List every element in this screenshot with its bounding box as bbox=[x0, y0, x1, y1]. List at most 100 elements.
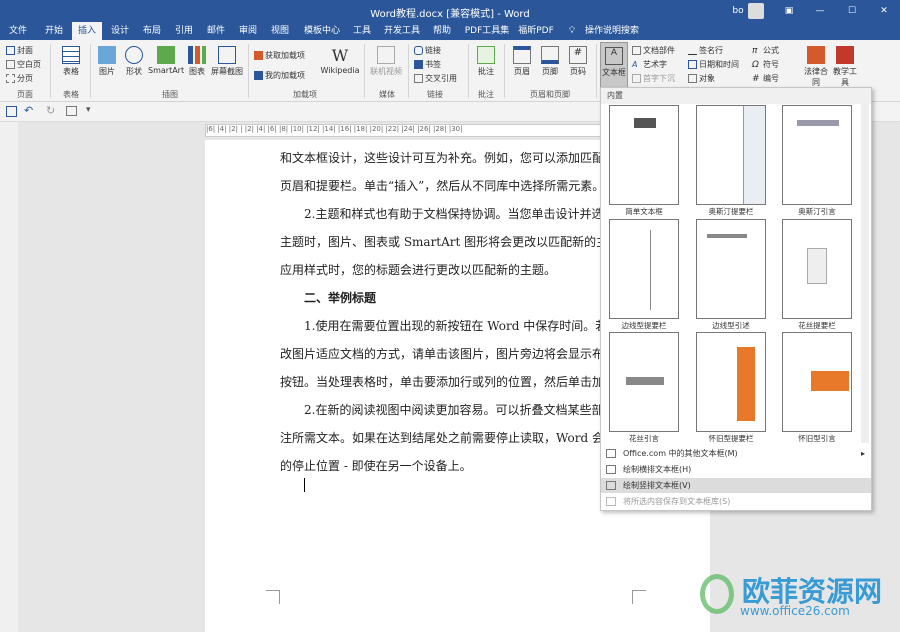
tab-review[interactable]: 审阅 bbox=[234, 22, 262, 40]
textbox-icon: A bbox=[605, 47, 623, 65]
smartart-button[interactable]: SmartArt bbox=[148, 46, 184, 75]
ribbon-tabs: 文件 开始 插入 设计 布局 引用 邮件 审阅 视图 模板中心 工具 开发工具 … bbox=[0, 22, 900, 40]
table-button[interactable]: 表格 bbox=[56, 46, 86, 77]
number-button[interactable]: # 编号 bbox=[752, 73, 779, 84]
tab-foxit-pdf[interactable]: 福昕PDF bbox=[516, 22, 556, 40]
tab-view[interactable]: 视图 bbox=[266, 22, 294, 40]
cross-reference-button[interactable]: 交叉引用 bbox=[414, 73, 457, 84]
shapes-button[interactable]: 形状 bbox=[122, 46, 146, 77]
video-icon bbox=[377, 46, 395, 64]
doc-line: 1.使用在需要位置出现的新按钮在 Word 中保存时间。若要 bbox=[304, 319, 620, 333]
tab-design[interactable]: 设计 bbox=[106, 22, 134, 40]
undo-icon[interactable]: ↶ bbox=[24, 104, 33, 117]
textbox-thumb-retro-quote[interactable] bbox=[782, 332, 852, 432]
date-time-button[interactable]: 日期和时间 bbox=[688, 59, 739, 70]
thumb-block bbox=[797, 120, 839, 126]
textbox-thumb-retro-sidebar[interactable] bbox=[696, 332, 766, 432]
redo-icon[interactable]: ↻ bbox=[46, 104, 55, 117]
tell-me-search[interactable]: 操作说明搜索 bbox=[582, 22, 642, 40]
tab-help[interactable]: 帮助 bbox=[428, 22, 456, 40]
group-divider bbox=[468, 44, 469, 98]
textbox-thumb-simple[interactable] bbox=[609, 105, 679, 205]
tab-developer[interactable]: 开发工具 bbox=[380, 22, 424, 40]
close-icon[interactable]: ✕ bbox=[868, 6, 900, 16]
minimize-icon[interactable]: — bbox=[804, 6, 836, 16]
save-to-gallery-item[interactable]: 将所选内容保存到文本框库(S) bbox=[601, 494, 871, 509]
teaching-icon bbox=[836, 46, 854, 64]
picture-button[interactable]: 图片 bbox=[94, 46, 120, 77]
ribbon-options-icon[interactable]: ▣ bbox=[774, 6, 804, 16]
group-label-media: 媒体 bbox=[379, 90, 395, 99]
tab-home[interactable]: 开始 bbox=[38, 22, 70, 40]
page-number-button[interactable]: # 页码 bbox=[566, 46, 590, 77]
footer-button[interactable]: 页脚 bbox=[538, 46, 562, 77]
wikipedia-button[interactable]: W Wikipedia bbox=[320, 46, 360, 75]
user-name[interactable]: bo bbox=[728, 6, 748, 16]
textbox-thumb-austin-quote[interactable] bbox=[782, 105, 852, 205]
symbol-button[interactable]: Ω 符号 bbox=[752, 59, 779, 70]
tab-insert[interactable]: 插入 bbox=[72, 22, 102, 40]
signature-line-button[interactable]: 签名行 bbox=[688, 45, 723, 56]
omega-icon: Ω bbox=[752, 60, 759, 70]
save-icon[interactable] bbox=[6, 106, 17, 117]
blank-page-button[interactable]: 空白页 bbox=[6, 59, 41, 70]
thumb-label: 怀旧型引言 bbox=[798, 434, 836, 443]
quick-parts-button[interactable]: 文档部件 bbox=[632, 45, 675, 56]
tab-pdf-tools[interactable]: PDF工具集 bbox=[462, 22, 512, 40]
group-label-header-footer: 页眉和页脚 bbox=[530, 90, 570, 99]
wordart-icon: A bbox=[632, 60, 638, 69]
wordart-button[interactable]: A 艺术字 bbox=[632, 59, 667, 70]
textbox-thumb-filigree-sidebar[interactable] bbox=[782, 219, 852, 319]
draw-horizontal-textbox-item[interactable]: 绘制横排文本框(H) bbox=[601, 462, 871, 477]
watermark-logo bbox=[700, 574, 734, 614]
gallery-scrollbar[interactable] bbox=[861, 103, 869, 443]
get-addins-button[interactable]: 获取加载项 bbox=[254, 50, 305, 61]
teaching-tools-button[interactable]: 教学工具 bbox=[832, 46, 858, 88]
avatar-icon[interactable] bbox=[748, 3, 764, 19]
textbox-thumb-sideline-sidebar[interactable] bbox=[609, 219, 679, 319]
pi-icon: π bbox=[752, 46, 758, 56]
tab-template[interactable]: 模板中心 bbox=[300, 22, 344, 40]
textbox-button[interactable]: A 文本框 bbox=[600, 42, 628, 88]
contract-icon bbox=[807, 46, 825, 64]
tab-mailings[interactable]: 邮件 bbox=[202, 22, 230, 40]
more-textboxes-office-item[interactable]: Office.com 中的其他文本框(M) ▸ bbox=[601, 446, 871, 461]
bookmark-button[interactable]: 书签 bbox=[414, 59, 441, 70]
textbox-thumb-austin-sidebar[interactable] bbox=[696, 105, 766, 205]
picture-icon bbox=[98, 46, 116, 64]
header-button[interactable]: 页眉 bbox=[510, 46, 534, 77]
cover-page-button[interactable]: 封面 bbox=[6, 45, 33, 56]
horizontal-ruler[interactable]: |6| |4| |2| | |2| |4| |6| |8| |10| |12| … bbox=[205, 124, 635, 137]
tab-layout[interactable]: 布局 bbox=[138, 22, 166, 40]
tab-tools[interactable]: 工具 bbox=[348, 22, 376, 40]
thumb-block bbox=[807, 248, 827, 284]
my-addins-button[interactable]: 我的加载项 bbox=[254, 70, 305, 81]
thumb-block bbox=[707, 234, 747, 238]
link-button[interactable]: 链接 bbox=[414, 45, 441, 56]
drop-cap-button[interactable]: 首字下沉 bbox=[632, 73, 675, 84]
textbox-thumb-filigree-quote[interactable] bbox=[609, 332, 679, 432]
textbox-thumb-sideline-quote[interactable] bbox=[696, 219, 766, 319]
chart-button[interactable]: 图表 bbox=[186, 46, 208, 77]
object-button[interactable]: 对象 bbox=[688, 73, 715, 84]
text-cursor bbox=[304, 478, 305, 492]
legal-contract-button[interactable]: 法律合同 bbox=[804, 46, 828, 88]
equation-button[interactable]: π 公式 bbox=[752, 45, 779, 56]
tab-references[interactable]: 引用 bbox=[170, 22, 198, 40]
group-label-comments: 批注 bbox=[478, 90, 494, 99]
header-icon bbox=[513, 46, 531, 64]
comment-icon bbox=[477, 46, 495, 64]
view-mode-icon[interactable] bbox=[66, 106, 77, 116]
comment-button[interactable]: 批注 bbox=[474, 46, 498, 77]
customize-icon[interactable]: ▾ bbox=[86, 105, 91, 115]
number-icon: # bbox=[752, 74, 760, 84]
draw-vertical-textbox-item[interactable]: 绘制竖排文本框(V) bbox=[601, 478, 871, 493]
thumb-block-orange bbox=[811, 371, 849, 391]
signature-icon bbox=[688, 46, 697, 55]
screenshot-button[interactable]: 屏幕截图 bbox=[210, 46, 244, 77]
page-break-button[interactable]: 分页 bbox=[6, 73, 33, 84]
tab-file[interactable]: 文件 bbox=[4, 22, 32, 40]
maximize-icon[interactable]: ☐ bbox=[836, 6, 868, 16]
online-video-button[interactable]: 联机视频 bbox=[368, 46, 404, 77]
smartart-icon bbox=[157, 46, 175, 64]
